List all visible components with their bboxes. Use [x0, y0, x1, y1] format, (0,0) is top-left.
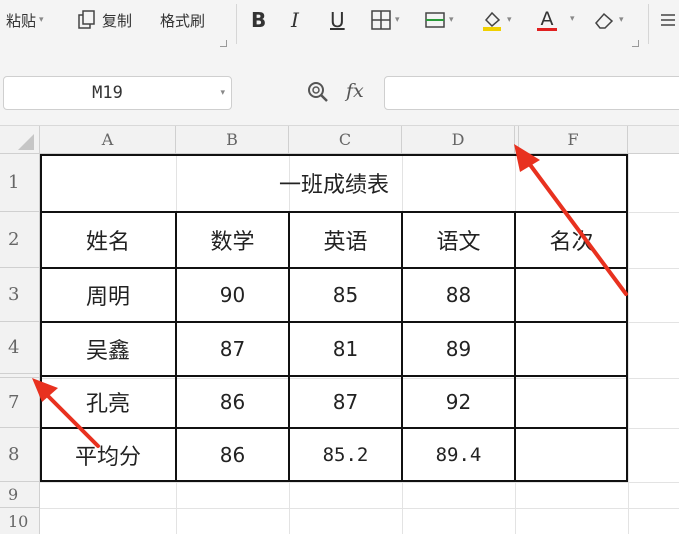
annotation-arrows — [32, 144, 628, 448]
arrow-icon — [514, 144, 628, 296]
arrow-icon — [32, 378, 100, 448]
